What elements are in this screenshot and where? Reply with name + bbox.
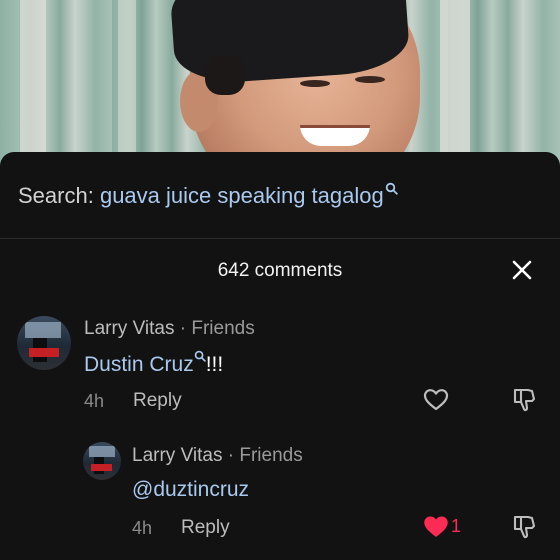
search-prefix: Search: xyxy=(18,183,94,208)
mention-link[interactable]: Dustin Cruz xyxy=(84,353,194,376)
comment-text: Dustin Cruz!!! xyxy=(84,350,223,377)
person-eye xyxy=(300,80,330,87)
background-plank xyxy=(20,0,46,170)
heart-outline-icon[interactable] xyxy=(423,388,449,412)
search-query[interactable]: guava juice speaking tagalog xyxy=(100,183,384,208)
comment-author-line[interactable]: Larry Vitas · Friends xyxy=(84,318,255,340)
person-mouth xyxy=(300,125,370,146)
comment-author[interactable]: Larry Vitas xyxy=(84,318,174,339)
avatar[interactable] xyxy=(83,442,121,480)
reply-button[interactable]: Reply xyxy=(181,517,230,539)
separator-dot: · xyxy=(227,445,235,466)
reply-text: @duztincruz xyxy=(132,478,249,502)
search-suggestion[interactable]: Search: guava juice speaking tagalog xyxy=(18,182,398,209)
video-frame[interactable] xyxy=(0,0,560,170)
search-icon xyxy=(194,350,206,362)
comments-count: 642 comments xyxy=(217,260,343,281)
separator-dot: · xyxy=(179,318,187,339)
background-plank xyxy=(118,0,136,170)
background-plank xyxy=(440,0,470,170)
search-icon xyxy=(385,182,398,195)
person-eye xyxy=(355,76,385,83)
comments-sheet: Search: guava juice speaking tagalog 642… xyxy=(0,152,560,560)
reply-time: 4h xyxy=(132,518,153,538)
avatar[interactable] xyxy=(17,316,71,370)
close-icon[interactable] xyxy=(510,258,534,282)
author-relation: Friends xyxy=(239,445,303,466)
heart-filled-icon[interactable] xyxy=(423,515,449,539)
divider xyxy=(0,238,560,239)
like-count: 1 xyxy=(451,516,462,536)
author-relation: Friends xyxy=(191,318,255,339)
reply-author[interactable]: Larry Vitas xyxy=(132,445,222,466)
dislike-icon[interactable] xyxy=(512,387,538,413)
mention-link[interactable]: @duztincruz xyxy=(132,478,249,501)
comment-time: 4h xyxy=(84,391,105,411)
dislike-icon[interactable] xyxy=(512,514,538,540)
comment-tail: !!! xyxy=(205,353,224,376)
reply-author-line[interactable]: Larry Vitas · Friends xyxy=(132,445,303,467)
hair xyxy=(205,55,245,95)
reply-button[interactable]: Reply xyxy=(133,390,182,412)
